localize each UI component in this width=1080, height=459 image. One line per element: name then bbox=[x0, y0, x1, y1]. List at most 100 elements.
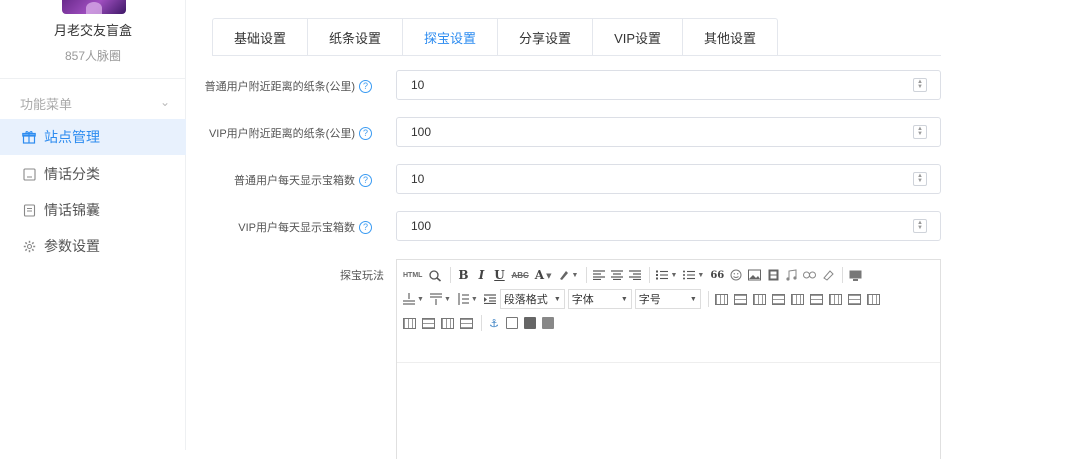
insert-table-icon[interactable] bbox=[713, 289, 730, 309]
align-left-icon[interactable] bbox=[591, 265, 607, 285]
field-label: VIP用户附近距离的纸条(公里) ? bbox=[209, 125, 372, 141]
sidebar: 月老交友盲盒 857人脉圈 功能菜单 ⌄ 站点管理 情话分类 情话锦囊 参数设置 bbox=[0, 0, 186, 450]
form-row-normal-chests: 普通用户每天显示宝箱数 ? 10 ▲ ▼ bbox=[186, 164, 946, 194]
split-cells-icon[interactable] bbox=[420, 313, 437, 333]
field-label-text: 普通用户每天显示宝箱数 bbox=[234, 175, 355, 187]
emoji-icon[interactable] bbox=[728, 265, 744, 285]
number-stepper-icon[interactable]: ▲ ▼ bbox=[913, 78, 927, 92]
font-color-icon[interactable]: A ▼ bbox=[533, 265, 554, 285]
sidebar-item-love-tips[interactable]: 情话锦囊 bbox=[0, 192, 186, 228]
split-rows-icon[interactable] bbox=[439, 313, 456, 333]
field-label: VIP用户每天显示宝箱数 ? bbox=[238, 219, 372, 235]
underline-icon[interactable]: U bbox=[491, 265, 507, 285]
form-row-vip-distance: VIP用户附近距离的纸条(公里) ? 100 ▲ ▼ bbox=[186, 117, 946, 147]
font-family-select[interactable]: 字体 ▼ bbox=[567, 289, 632, 309]
eraser-icon[interactable] bbox=[820, 265, 836, 285]
field-label-text: 普通用户附近距离的纸条(公里) bbox=[204, 81, 355, 93]
html-source-icon[interactable]: HTML bbox=[401, 265, 424, 285]
merge-down-icon[interactable] bbox=[401, 313, 418, 333]
image-icon[interactable] bbox=[746, 265, 763, 285]
insert-paragraph-icon[interactable] bbox=[751, 289, 768, 309]
fullscreen-icon[interactable] bbox=[847, 265, 864, 285]
print-icon[interactable] bbox=[522, 313, 538, 333]
number-stepper-icon[interactable]: ▲ ▼ bbox=[913, 172, 927, 186]
rich-text-editor[interactable]: HTML B I U ABC A ▼ ▼ ▼ ▼ 66 ▼ ▼ ▼ 段落格式 ▼… bbox=[396, 259, 941, 459]
site-logo bbox=[62, 0, 126, 14]
bold-icon[interactable]: B bbox=[455, 265, 471, 285]
merge-right-icon[interactable] bbox=[865, 289, 882, 309]
sidebar-item-label: 参数设置 bbox=[44, 238, 100, 254]
number-stepper-icon[interactable]: ▲ ▼ bbox=[913, 125, 927, 139]
help-icon[interactable]: ? bbox=[359, 79, 372, 93]
toolbar-separator bbox=[450, 267, 452, 283]
chevron-down-icon: ⌄ bbox=[159, 95, 170, 109]
number-stepper-icon[interactable]: ▲ ▼ bbox=[913, 219, 927, 233]
select-value: 段落格式 bbox=[503, 294, 548, 306]
tab-share-settings[interactable]: 分享设置 bbox=[498, 19, 594, 56]
unordered-list-icon[interactable]: ▼ bbox=[681, 265, 706, 285]
help-icon[interactable]: ? bbox=[359, 173, 372, 187]
settings-tabs: 基础设置 纸条设置 探宝设置 分享设置 VIP设置 其他设置 bbox=[212, 18, 779, 56]
sidebar-item-label: 情话锦囊 bbox=[44, 202, 100, 218]
help-icon[interactable]: ? bbox=[359, 126, 372, 140]
row-spacing-bottom-icon[interactable]: ▼ bbox=[428, 289, 453, 309]
sidebar-item-site-management[interactable]: 站点管理 bbox=[0, 119, 186, 155]
font-color-glyph: A bbox=[534, 268, 545, 282]
delete-col-icon[interactable] bbox=[827, 289, 844, 309]
input-value: 100 bbox=[411, 219, 432, 233]
delete-row-icon[interactable] bbox=[789, 289, 806, 309]
sidebar-item-label: 站点管理 bbox=[44, 129, 100, 145]
quote-icon[interactable]: 66 bbox=[708, 265, 726, 285]
document-icon bbox=[22, 203, 36, 217]
input-value: 10 bbox=[411, 172, 425, 186]
sidebar-item-love-category[interactable]: 情话分类 bbox=[0, 156, 186, 192]
normal-distance-input[interactable]: 10 ▲ ▼ bbox=[396, 70, 941, 100]
strikethrough-icon[interactable]: ABC bbox=[509, 265, 530, 285]
field-label: 普通用户每天显示宝箱数 ? bbox=[234, 172, 372, 188]
line-height-icon[interactable]: ▼ bbox=[455, 289, 480, 309]
align-center-icon[interactable] bbox=[609, 265, 625, 285]
tab-vip-settings[interactable]: VIP设置 bbox=[593, 19, 684, 56]
help-icon[interactable]: ? bbox=[359, 220, 372, 234]
align-right-icon[interactable] bbox=[627, 265, 643, 285]
toolbar-separator bbox=[649, 267, 651, 283]
template-icon[interactable] bbox=[540, 313, 556, 333]
normal-chests-input[interactable]: 10 ▲ ▼ bbox=[396, 164, 941, 194]
link-icon[interactable] bbox=[801, 265, 818, 285]
music-icon[interactable] bbox=[783, 265, 799, 285]
tabs-divider bbox=[212, 55, 941, 56]
field-label-text: VIP用户附近距离的纸条(公里) bbox=[208, 128, 355, 140]
sidebar-divider bbox=[0, 78, 186, 79]
tab-other-settings[interactable]: 其他设置 bbox=[683, 19, 777, 56]
highlight-icon[interactable]: ▼ bbox=[556, 265, 581, 285]
paragraph-format-select[interactable]: 段落格式 ▼ bbox=[499, 289, 565, 309]
tab-basic-settings[interactable]: 基础设置 bbox=[213, 19, 309, 56]
vip-chests-input[interactable]: 100 ▲ ▼ bbox=[396, 211, 941, 241]
page-break-icon[interactable] bbox=[504, 313, 520, 333]
preview-icon[interactable] bbox=[426, 265, 444, 285]
anchor-icon[interactable]: ⚓ bbox=[486, 313, 502, 333]
font-size-select[interactable]: 字号 ▼ bbox=[634, 289, 701, 309]
merge-cells-icon[interactable] bbox=[846, 289, 863, 309]
italic-icon[interactable]: I bbox=[473, 265, 489, 285]
indent-icon[interactable] bbox=[482, 289, 498, 309]
insert-row-icon[interactable] bbox=[770, 289, 787, 309]
menu-header[interactable]: 功能菜单 ⌄ bbox=[20, 94, 170, 114]
menu-title: 功能菜单 bbox=[20, 97, 73, 112]
tab-treasure-settings[interactable]: 探宝设置 bbox=[403, 19, 499, 56]
delete-table-icon[interactable] bbox=[732, 289, 749, 309]
editor-label: 探宝玩法 bbox=[340, 270, 384, 282]
select-value: 字体 bbox=[571, 294, 594, 306]
ordered-list-icon[interactable]: ▼ bbox=[654, 265, 679, 285]
sidebar-item-parameter-settings[interactable]: 参数设置 bbox=[0, 228, 186, 264]
row-spacing-top-icon[interactable]: ▼ bbox=[401, 289, 426, 309]
video-icon[interactable] bbox=[765, 265, 781, 285]
split-cols-icon[interactable] bbox=[458, 313, 475, 333]
toolbar-separator bbox=[842, 267, 844, 283]
square-icon bbox=[22, 167, 36, 181]
vip-distance-input[interactable]: 100 ▲ ▼ bbox=[396, 117, 941, 147]
toolbar-separator bbox=[481, 315, 482, 331]
tab-note-settings[interactable]: 纸条设置 bbox=[308, 19, 404, 56]
input-value: 100 bbox=[411, 125, 432, 139]
insert-col-icon[interactable] bbox=[808, 289, 825, 309]
